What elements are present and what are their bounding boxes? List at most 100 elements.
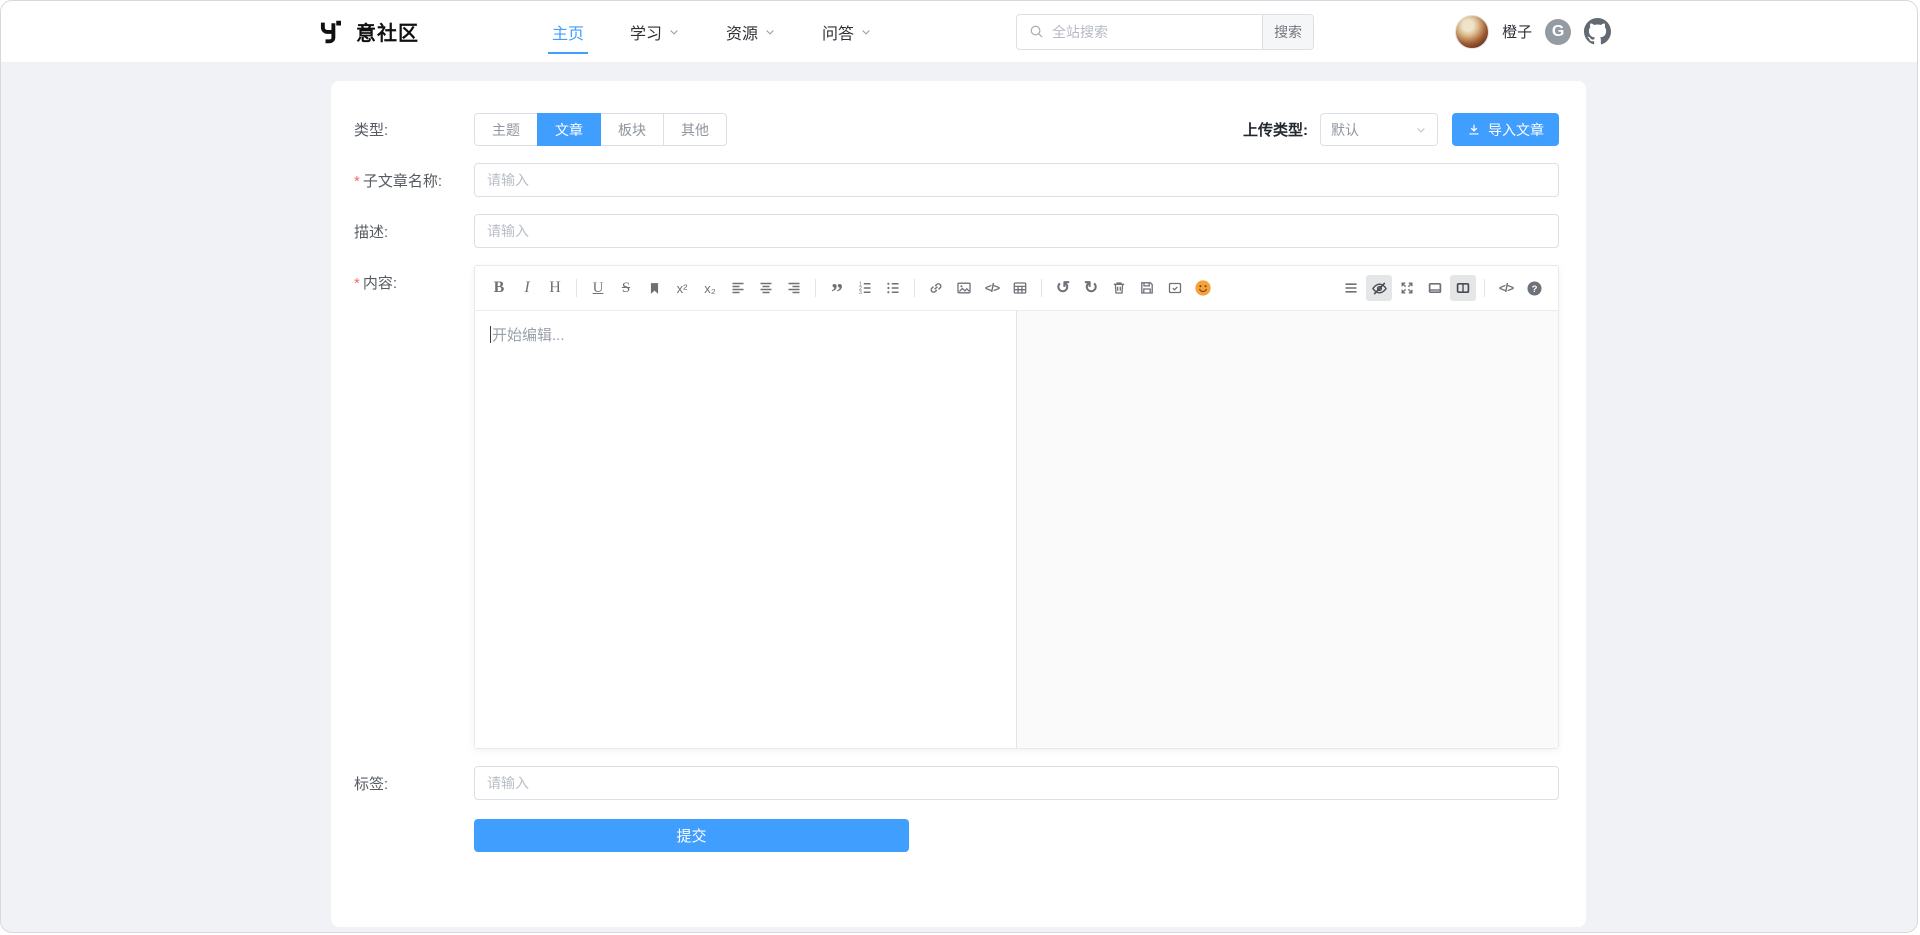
page-main: 类型: 主题 文章 板块 其他 上传类型: 默认 (1, 81, 1917, 927)
tags-label: 标签: (354, 773, 474, 794)
required-mark: * (354, 173, 360, 190)
description-input[interactable] (474, 214, 1559, 248)
export-icon[interactable] (1162, 275, 1188, 301)
subscript-icon[interactable]: x₂ (697, 275, 723, 301)
nav-item-learn[interactable]: 学习 (630, 1, 680, 62)
editor-panes: 开始编辑... (475, 310, 1558, 748)
markdown-editor: B I H U S x² x₂ (474, 265, 1559, 749)
app-window: 意社区 主页 学习 资源 问答 (0, 0, 1918, 933)
user-name[interactable]: 橙子 (1502, 21, 1532, 42)
type-segmented-control: 主题 文章 板块 其他 (474, 113, 727, 146)
italic-icon[interactable]: I (514, 275, 540, 301)
editor-placeholder: 开始编辑... (492, 327, 565, 344)
main-nav: 主页 学习 资源 问答 (552, 1, 872, 62)
upload-type-value: 默认 (1331, 120, 1359, 140)
type-option-topic[interactable]: 主题 (474, 113, 538, 146)
toolbar-divider (815, 279, 816, 297)
tags-input[interactable] (474, 766, 1559, 800)
type-option-other[interactable]: 其他 (663, 113, 727, 146)
required-mark: * (354, 275, 360, 292)
svg-text:?: ? (1531, 283, 1537, 294)
nav-item-resources[interactable]: 资源 (726, 1, 776, 62)
align-left-icon[interactable] (725, 275, 751, 301)
sub-article-name-row: *子文章名称: (354, 163, 1559, 197)
split-column-icon[interactable] (1450, 275, 1476, 301)
upload-type-select[interactable]: 默认 (1320, 113, 1438, 146)
label-text: 子文章名称: (363, 173, 442, 190)
help-icon[interactable]: ? (1521, 275, 1547, 301)
submit-button[interactable]: 提交 (474, 819, 909, 852)
bold-icon[interactable]: B (486, 275, 512, 301)
navigation-icon[interactable] (1338, 275, 1364, 301)
search-input-wrap (1016, 14, 1262, 50)
quote-icon[interactable]: ” (824, 275, 850, 301)
save-icon[interactable] (1134, 275, 1160, 301)
search-input[interactable] (1052, 24, 1250, 40)
github-icon[interactable] (1584, 18, 1611, 45)
nav-label: 资源 (726, 20, 758, 44)
strikethrough-icon[interactable]: S (613, 275, 639, 301)
header-icon[interactable]: H (542, 275, 568, 301)
type-option-article[interactable]: 文章 (537, 113, 601, 146)
fullscreen-icon[interactable] (1394, 275, 1420, 301)
nav-item-qa[interactable]: 问答 (822, 1, 872, 62)
brand-logo-icon (316, 17, 346, 47)
svg-text:3: 3 (859, 290, 862, 296)
sub-article-name-input[interactable] (474, 163, 1559, 197)
search-icon (1029, 24, 1044, 39)
description-label: 描述: (354, 221, 474, 242)
nav-label: 学习 (630, 20, 662, 44)
avatar[interactable] (1455, 15, 1489, 49)
nav-label: 问答 (822, 20, 854, 44)
sub-article-name-label: *子文章名称: (354, 170, 474, 191)
text-caret (490, 326, 491, 343)
import-article-button[interactable]: 导入文章 (1452, 113, 1559, 146)
toolbar-right-group: </> ? (1337, 275, 1548, 301)
upload-type-label: 上传类型: (1243, 119, 1308, 140)
mark-icon[interactable] (641, 275, 667, 301)
code-icon[interactable]: </> (979, 275, 1005, 301)
editor-edit-pane[interactable]: 开始编辑... (475, 311, 1017, 748)
label-text: 内容: (363, 275, 397, 292)
link-icon[interactable] (923, 275, 949, 301)
preview-toggle-icon[interactable] (1366, 275, 1392, 301)
nav-item-home[interactable]: 主页 (552, 1, 584, 62)
tags-row: 标签: (354, 766, 1559, 800)
redo-icon[interactable]: ↻ (1078, 275, 1104, 301)
create-post-card: 类型: 主题 文章 板块 其他 上传类型: 默认 (331, 81, 1586, 927)
content-row: *内容: B I H U S x² x₂ (354, 265, 1559, 749)
align-right-icon[interactable] (781, 275, 807, 301)
brand[interactable]: 意社区 (316, 17, 419, 47)
description-row: 描述: (354, 214, 1559, 248)
chevron-down-icon (860, 26, 872, 38)
type-option-board[interactable]: 板块 (600, 113, 664, 146)
table-icon[interactable] (1007, 275, 1033, 301)
trash-icon[interactable] (1106, 275, 1132, 301)
undo-icon[interactable]: ↺ (1050, 275, 1076, 301)
toolbar-divider (1484, 279, 1485, 297)
align-center-icon[interactable] (753, 275, 779, 301)
image-icon[interactable] (951, 275, 977, 301)
chevron-down-icon (764, 26, 776, 38)
toolbar-divider (914, 279, 915, 297)
superscript-icon[interactable]: x² (669, 275, 695, 301)
download-icon (1467, 123, 1481, 137)
submit-row: 提交 (354, 819, 1559, 852)
html-code-icon[interactable]: </> (1493, 275, 1519, 301)
ordered-list-icon[interactable]: 123 (852, 275, 878, 301)
site-search: 搜索 (1016, 14, 1314, 50)
emoji-icon[interactable] (1190, 275, 1216, 301)
import-article-label: 导入文章 (1488, 120, 1544, 140)
toolbar-divider (576, 279, 577, 297)
top-navbar: 意社区 主页 学习 资源 问答 (1, 1, 1917, 63)
brand-title: 意社区 (356, 17, 419, 46)
underline-icon[interactable]: U (585, 275, 611, 301)
toolbar-divider (1041, 279, 1042, 297)
editor-preview-pane (1017, 311, 1559, 748)
user-area: 橙子 G (1455, 15, 1611, 49)
single-column-icon[interactable] (1422, 275, 1448, 301)
search-button[interactable]: 搜索 (1262, 14, 1314, 50)
unordered-list-icon[interactable] (880, 275, 906, 301)
chevron-down-icon (668, 26, 680, 38)
gitee-icon[interactable]: G (1545, 19, 1571, 45)
